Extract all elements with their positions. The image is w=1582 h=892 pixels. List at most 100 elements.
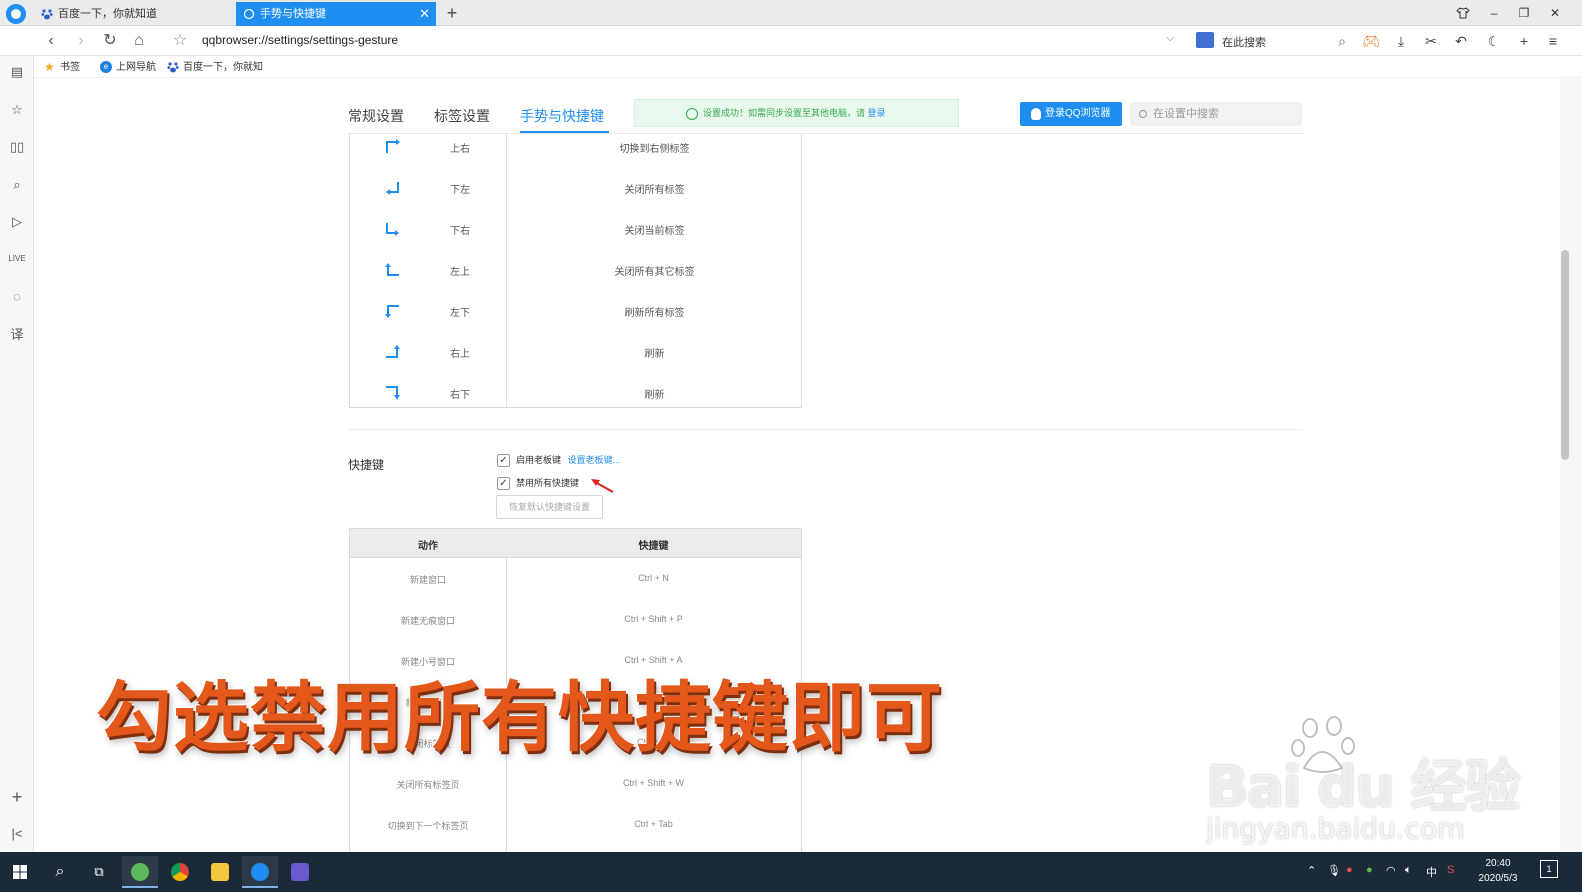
wechat-tray-icon[interactable]: ●	[1366, 864, 1373, 876]
gesture-right-down-icon	[386, 386, 400, 400]
qq-browser-logo-icon[interactable]	[6, 4, 26, 24]
check-circle-icon	[686, 108, 698, 120]
volume-icon[interactable]: 🔈︎	[1405, 864, 1412, 877]
gesture-left-down-icon	[385, 305, 399, 318]
enable-boss-key-option[interactable]: ✓ 启用老板键 设置老板键...	[497, 454, 620, 468]
tab-baidu[interactable]: 百度一下，你就知道	[34, 2, 234, 26]
add-sidebar-item-icon[interactable]: +	[7, 787, 27, 807]
tab-tab-settings[interactable]: 标签设置	[434, 106, 490, 126]
reader-icon[interactable]: ▯▯	[7, 137, 27, 157]
red-pointer-arrow-icon	[591, 479, 614, 493]
gesture-up-right-icon	[386, 139, 400, 153]
windows-start-icon[interactable]	[2, 856, 38, 888]
undo-icon[interactable]: ↶	[1451, 31, 1471, 51]
disable-all-shortcuts-option[interactable]: ✓ 禁用所有快捷键	[497, 477, 579, 491]
shortcuts-section-label: 快捷键	[348, 458, 385, 472]
chrome-taskbar-icon[interactable]	[162, 856, 198, 888]
news-icon[interactable]: ▤	[7, 62, 27, 82]
restore-icon[interactable]: ❐	[1515, 4, 1533, 22]
bookmark-item-bookmarks[interactable]: ★ 书签	[44, 61, 80, 75]
baidu-paw-icon	[167, 62, 179, 73]
ie-browser-taskbar-icon[interactable]	[122, 856, 158, 888]
qq-browser-taskbar-icon[interactable]	[242, 856, 278, 888]
screenshot-icon[interactable]: ✂	[1421, 31, 1441, 51]
tray-expand-icon[interactable]: ⌃	[1307, 864, 1316, 877]
table-header: 动作 快捷键	[350, 529, 801, 558]
file-explorer-taskbar-icon[interactable]	[202, 856, 238, 888]
gesture-table: 上右 切换到右侧标签 下左 关闭所有标签 下右 关闭当前标签 左上 关闭所有其它…	[349, 134, 802, 408]
bookmark-star-icon[interactable]: ☆	[169, 30, 191, 52]
game-icon[interactable]: 🎮︎	[1361, 31, 1381, 51]
tab-label: 手势与快捷键	[260, 8, 326, 20]
notice-login-link[interactable]: 登录	[868, 108, 886, 118]
bookmark-item-baidu[interactable]: 百度一下，你就知	[167, 61, 263, 75]
column-header-shortcut: 快捷键	[638, 541, 669, 552]
microphone-icon[interactable]: 🎙︎	[1327, 864, 1341, 877]
table-row[interactable]: 切换到下一个标签页 Ctrl + Tab	[350, 804, 801, 845]
forward-icon[interactable]: ›	[70, 30, 92, 52]
network-icon[interactable]: ◠	[1386, 864, 1396, 877]
page-scrollbar[interactable]	[1560, 79, 1582, 852]
translate-icon[interactable]: 译	[7, 325, 27, 345]
search-icon[interactable]: ⌕	[42, 856, 78, 888]
disable-all-shortcuts-checkbox[interactable]: ✓	[497, 477, 510, 490]
gesture-row: 左下 刷新所有标签	[350, 298, 803, 339]
reload-icon[interactable]: ↻	[99, 30, 121, 52]
back-icon[interactable]: ‹	[40, 30, 62, 52]
close-window-icon[interactable]: ✕	[1546, 4, 1564, 22]
url-field[interactable]: qqbrowser://settings/settings-gesture	[202, 33, 398, 47]
qq-penguin-icon	[1031, 108, 1041, 120]
gesture-right-up-icon	[386, 345, 400, 358]
app-taskbar-icon[interactable]	[282, 856, 318, 888]
qq-tray-icon[interactable]: ●	[1346, 864, 1353, 876]
address-bar: ‹ › ↻ ⌂ ☆ qqbrowser://settings/settings-…	[0, 26, 1582, 56]
new-tab-button[interactable]: +	[442, 2, 462, 24]
ime-indicator[interactable]: 中	[1426, 864, 1437, 880]
left-sidebar: ▤ ☆ ▯▯ ⌕ ▷ LIVE ◌ 译 + |<	[0, 56, 34, 852]
tutorial-caption: 勾选禁用所有快捷键即可	[96, 673, 943, 762]
tab-gesture-settings[interactable]: 手势与快捷键 ✕	[236, 2, 436, 26]
address-search-input[interactable]: 在此搜索	[1222, 34, 1266, 50]
enable-boss-key-checkbox[interactable]: ✓	[497, 454, 510, 467]
gesture-row: 右上 刷新	[350, 339, 803, 380]
gesture-row: 左上 关闭所有其它标签	[350, 257, 803, 298]
collapse-sidebar-icon[interactable]: |<	[7, 824, 27, 844]
search-icon[interactable]: ⌕	[1332, 31, 1352, 51]
gesture-row: 下右 关闭当前标签	[350, 216, 803, 257]
favorites-icon[interactable]: ☆	[7, 100, 27, 120]
shirt-icon[interactable]	[1454, 4, 1472, 22]
search-icon[interactable]: ⌕	[7, 175, 27, 195]
tab-label: 百度一下，你就知道	[58, 8, 157, 20]
search-engine-icon[interactable]	[1196, 32, 1214, 48]
gesture-row: 右下 刷新	[350, 380, 803, 421]
add-icon[interactable]: +	[1514, 31, 1534, 51]
task-view-icon[interactable]: ⧉	[81, 856, 117, 888]
table-row[interactable]: 关闭所有标签页 Ctrl + Shift + W	[350, 763, 801, 804]
bookmark-item-nav[interactable]: e 上网导航	[100, 61, 156, 75]
tab-gesture-shortcuts[interactable]: 手势与快捷键	[520, 106, 604, 126]
url-dropdown-icon[interactable]: ⌵	[1166, 32, 1174, 45]
close-tab-icon[interactable]: ✕	[419, 2, 430, 26]
table-row[interactable]: 新建窗口 Ctrl + N	[350, 558, 801, 599]
live-icon[interactable]: LIVE	[7, 249, 27, 269]
scrollbar-thumb[interactable]	[1561, 250, 1569, 460]
bookmarks-bar: ★ 书签 e 上网导航 百度一下，你就知	[34, 56, 1582, 78]
system-clock[interactable]: 20:40 2020/5/3	[1470, 856, 1526, 886]
tab-general-settings[interactable]: 常规设置	[348, 106, 404, 126]
menu-icon[interactable]: ≡	[1543, 31, 1563, 51]
chat-icon[interactable]: ◌	[7, 287, 27, 307]
settings-search-input[interactable]: 在设置中搜索	[1130, 102, 1302, 126]
video-icon[interactable]: ▷	[7, 212, 27, 232]
login-qq-browser-button[interactable]: 登录QQ浏览器	[1020, 102, 1122, 126]
sogou-ime-icon[interactable]: S	[1447, 864, 1454, 876]
gesture-left-up-icon	[385, 263, 399, 276]
restore-default-shortcuts-button[interactable]: 恢复默认快捷键设置	[496, 495, 603, 519]
home-icon[interactable]: ⌂	[128, 30, 150, 52]
minimize-icon[interactable]: –	[1485, 4, 1503, 22]
night-mode-icon[interactable]: ☾	[1484, 31, 1504, 51]
table-row[interactable]: 新建无痕窗口 Ctrl + Shift + P	[350, 599, 801, 640]
notification-center-icon[interactable]: 1	[1540, 860, 1558, 878]
set-boss-key-link[interactable]: 设置老板键...	[568, 455, 621, 465]
windows-taskbar: ⌕ ⧉ ⌃ 🎙︎ ● ● ◠ 🔈︎ 中 S 20:40 2020/5/3 1	[0, 852, 1582, 892]
download-icon[interactable]: ⤓	[1391, 31, 1411, 51]
